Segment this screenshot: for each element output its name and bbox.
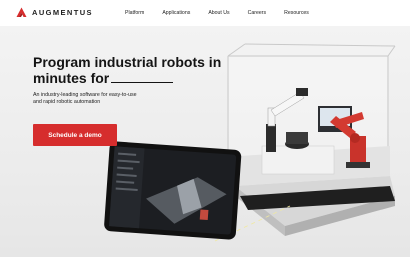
nav-item-careers[interactable]: Careers xyxy=(248,10,266,16)
nav-item-about-us[interactable]: About Us xyxy=(208,10,229,16)
brand-name: AUGMENTUS xyxy=(32,8,93,17)
augmentus-logo-icon xyxy=(16,7,27,17)
nav-item-resources[interactable]: Resources xyxy=(284,10,309,16)
hero-subtitle: An industry-leading software for easy-to… xyxy=(33,92,137,105)
headline-line-1: Program industrial robots in xyxy=(33,54,222,70)
headline-line-2: minutes for xyxy=(33,70,110,86)
hero-headline: Program industrial robots in minutes for xyxy=(33,54,223,86)
brand-logo[interactable]: AUGMENTUS xyxy=(16,7,93,18)
top-navigation: AUGMENTUS Platform Applications About Us… xyxy=(0,0,410,26)
headline-blank xyxy=(111,71,174,83)
nav-item-platform[interactable]: Platform xyxy=(125,10,144,16)
nav-links: Platform Applications About Us Careers R… xyxy=(125,10,327,16)
schedule-demo-button[interactable]: Schedule a demo xyxy=(33,124,117,146)
nav-item-applications[interactable]: Applications xyxy=(162,10,190,16)
